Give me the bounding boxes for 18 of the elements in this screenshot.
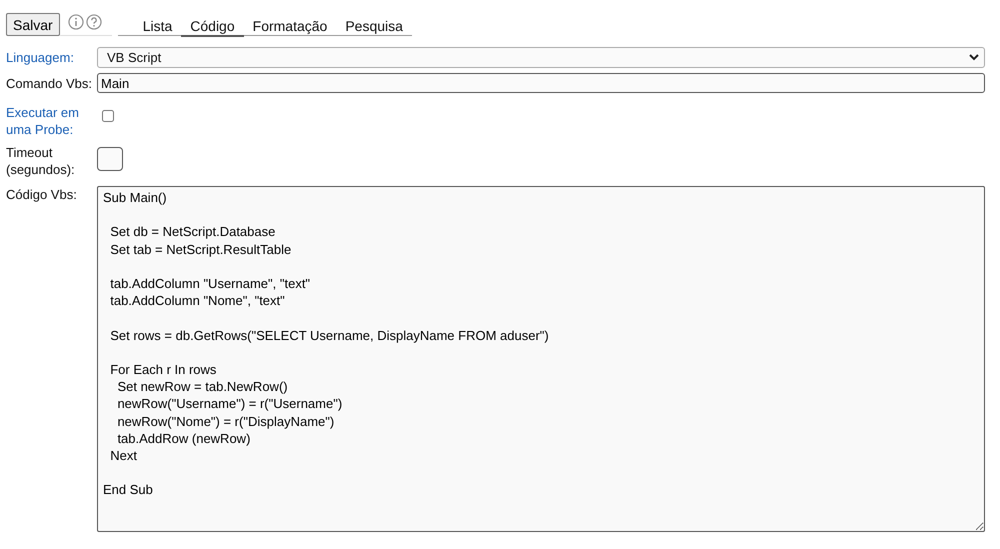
field-label: Comando Vbs:: [6, 74, 93, 92]
chevron-down-icon: [969, 54, 979, 61]
save-button[interactable]: Salvar: [6, 13, 60, 36]
field-label: Código Vbs:: [6, 186, 78, 203]
tab[interactable]: Formatação: [244, 18, 336, 36]
help-icon[interactable]: [86, 14, 102, 30]
command-field[interactable]: Main: [97, 73, 985, 93]
tab[interactable]: Código: [181, 18, 244, 37]
probe-checkbox[interactable]: [102, 110, 114, 122]
field-label: Timeout (segundos):: [6, 144, 76, 178]
language-dropdown[interactable]: VB Script: [97, 47, 985, 68]
code-editor[interactable]: Sub Main() Set db = NetScript.Database Set tab = NetScript.ResultTable tab.AddColumn "Username", "text" tab.AddColumn "Nome", "text" Set rows = db.GetRows("SELECT Username, DisplayName FROM aduser") For Each r In rows Set newRow = tab.NewRow() newRow("Username") = r("Username") newRow("Nome") = r("DisplayName") tab.AddRow (newRow) Next End Sub: [97, 186, 985, 532]
field-label: Linguagem:: [6, 49, 75, 66]
info-icon[interactable]: [68, 14, 84, 30]
field-label: Executar em uma Probe:: [6, 104, 80, 138]
tab[interactable]: Lista: [134, 18, 182, 36]
timeout-field[interactable]: [97, 147, 123, 171]
tab[interactable]: Pesquisa: [336, 18, 412, 36]
